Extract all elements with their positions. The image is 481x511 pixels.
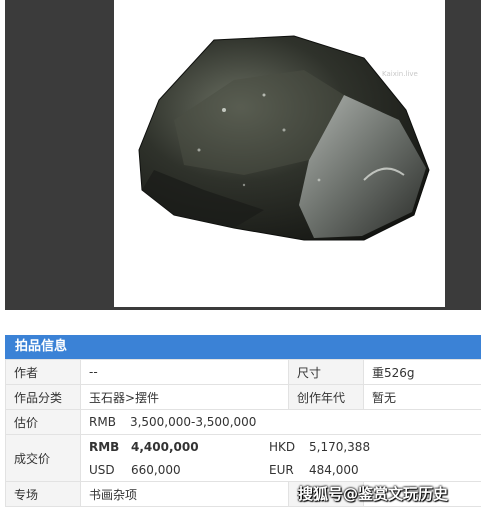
lot-photo[interactable]: Kaixin.live bbox=[114, 0, 445, 307]
author-value: -- bbox=[80, 359, 289, 385]
hkd-label: HKD bbox=[269, 439, 296, 454]
sohu-watermark: 搜狐号@鉴赏文玩历史 bbox=[298, 482, 448, 506]
estimate-currency: RMB bbox=[89, 415, 116, 429]
deal-label: 成交价 bbox=[5, 434, 81, 482]
era-value: 暂无 bbox=[363, 384, 481, 410]
table-row: 成交价 RMB 4,400,000 HKD 5,170,388 USD 660,… bbox=[5, 434, 481, 482]
estimate-label: 估价 bbox=[5, 409, 81, 435]
table-row: 作品分类 玉石器>摆件 创作年代 暂无 bbox=[5, 384, 481, 410]
session-label: 专场 bbox=[5, 481, 81, 507]
era-label: 创作年代 bbox=[288, 384, 364, 410]
photo-watermark: Kaixin.live bbox=[382, 70, 418, 78]
estimate-amount: 3,500,000-3,500,000 bbox=[129, 415, 257, 429]
black-stone-image: Kaixin.live bbox=[138, 35, 430, 241]
size-label: 尺寸 bbox=[288, 359, 364, 385]
rmb-value: 4,400,000 bbox=[131, 439, 199, 454]
rmb-label: RMB bbox=[89, 439, 120, 454]
size-value: 重526g bbox=[363, 359, 481, 385]
usd-label: USD bbox=[89, 462, 115, 477]
category-label: 作品分类 bbox=[5, 384, 81, 410]
estimate-value: RMB 3,500,000-3,500,000 bbox=[80, 409, 481, 435]
watermark-text: 搜狐号@鉴赏文玩历史 bbox=[298, 485, 449, 503]
category-value[interactable]: 玉石器>摆件 bbox=[80, 384, 289, 410]
eur-value: 484,000 bbox=[309, 462, 359, 477]
eur-label: EUR bbox=[269, 462, 294, 477]
hkd-value: 5,170,388 bbox=[309, 439, 371, 454]
table-row: 估价 RMB 3,500,000-3,500,000 bbox=[5, 409, 481, 435]
photo-frame: Kaixin.live bbox=[5, 0, 481, 310]
session-value[interactable]: 书画杂项 bbox=[80, 481, 289, 507]
usd-value: 660,000 bbox=[131, 462, 181, 477]
author-label: 作者 bbox=[5, 359, 81, 385]
deal-prices: RMB 4,400,000 HKD 5,170,388 USD 660,000 … bbox=[80, 434, 481, 482]
table-row: 作者 -- 尺寸 重526g bbox=[5, 359, 481, 385]
panel-title: 拍品信息 bbox=[5, 335, 481, 359]
